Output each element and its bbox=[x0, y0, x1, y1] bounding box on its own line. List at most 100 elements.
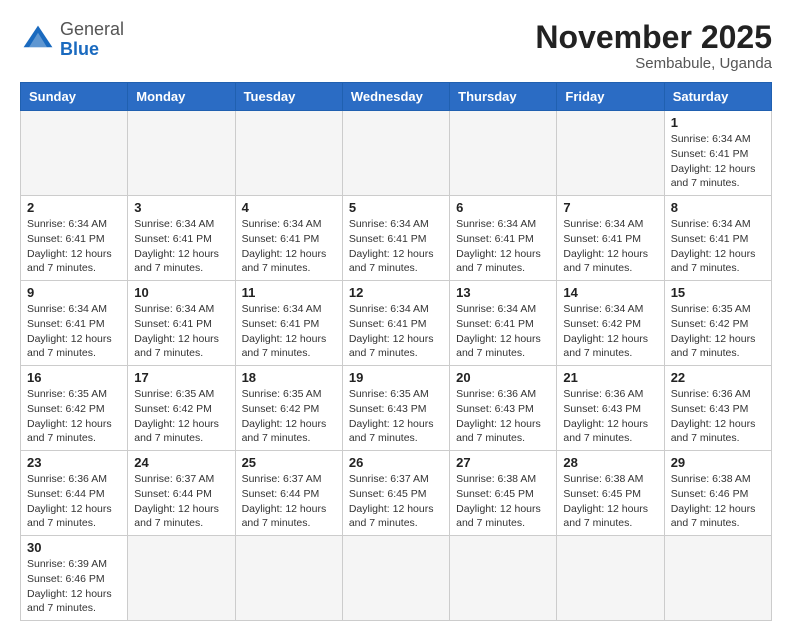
day-info: Sunrise: 6:36 AM Sunset: 6:44 PM Dayligh… bbox=[27, 472, 121, 531]
day-cell: 25Sunrise: 6:37 AM Sunset: 6:44 PM Dayli… bbox=[235, 451, 342, 536]
day-number: 2 bbox=[27, 200, 121, 215]
location: Sembabule, Uganda bbox=[535, 55, 772, 72]
logo: General Blue bbox=[20, 20, 124, 60]
day-cell bbox=[128, 111, 235, 196]
calendar-table: SundayMondayTuesdayWednesdayThursdayFrid… bbox=[20, 82, 772, 621]
day-cell: 9 Sunrise: 6:34 AM Sunset: 6:41 PM Daylig… bbox=[21, 281, 128, 366]
day-info: Sunrise: 6:37 AM Sunset: 6:44 PM Dayligh… bbox=[134, 472, 228, 531]
day-number: 10 bbox=[134, 285, 228, 300]
day-info: Sunrise: 6:36 AM Sunset: 6:43 PM Dayligh… bbox=[456, 387, 550, 446]
weekday-header-saturday: Saturday bbox=[664, 83, 771, 111]
day-info: Sunrise: 6:34 AM Sunset: 6:41 PM Dayligh… bbox=[563, 217, 657, 276]
week-row-4: 16 Sunrise: 6:35 AM Sunset: 6:42 PM Dayli… bbox=[21, 366, 772, 451]
month-title: November 2025 bbox=[535, 20, 772, 55]
day-cell bbox=[235, 536, 342, 621]
day-number: 9 bbox=[27, 285, 121, 300]
day-cell: 2 Sunrise: 6:34 AM Sunset: 6:41 PM Daylig… bbox=[21, 196, 128, 281]
weekday-header-thursday: Thursday bbox=[450, 83, 557, 111]
day-info: Sunrise: 6:35 AM Sunset: 6:43 PM Dayligh… bbox=[349, 387, 443, 446]
day-cell: 1Sunrise: 6:34 AM Sunset: 6:41 PM Daylig… bbox=[664, 111, 771, 196]
day-number: 16 bbox=[27, 370, 121, 385]
day-cell: 6 Sunrise: 6:34 AM Sunset: 6:41 PM Daylig… bbox=[450, 196, 557, 281]
day-cell: 4 Sunrise: 6:34 AM Sunset: 6:41 PM Daylig… bbox=[235, 196, 342, 281]
day-info: Sunrise: 6:34 AM Sunset: 6:41 PM Dayligh… bbox=[349, 217, 443, 276]
weekday-header-monday: Monday bbox=[128, 83, 235, 111]
day-info: Sunrise: 6:36 AM Sunset: 6:43 PM Dayligh… bbox=[563, 387, 657, 446]
day-info: Sunrise: 6:34 AM Sunset: 6:41 PM Dayligh… bbox=[134, 217, 228, 276]
weekday-header-tuesday: Tuesday bbox=[235, 83, 342, 111]
day-cell bbox=[21, 111, 128, 196]
day-info: Sunrise: 6:35 AM Sunset: 6:42 PM Dayligh… bbox=[27, 387, 121, 446]
day-cell: 26Sunrise: 6:37 AM Sunset: 6:45 PM Dayli… bbox=[342, 451, 449, 536]
day-info: Sunrise: 6:34 AM Sunset: 6:41 PM Dayligh… bbox=[456, 217, 550, 276]
day-cell: 5 Sunrise: 6:34 AM Sunset: 6:41 PM Daylig… bbox=[342, 196, 449, 281]
week-row-2: 2 Sunrise: 6:34 AM Sunset: 6:41 PM Daylig… bbox=[21, 196, 772, 281]
page-header: General Blue November 2025 Sembabule, Ug… bbox=[20, 20, 772, 72]
day-cell: 16 Sunrise: 6:35 AM Sunset: 6:42 PM Dayli… bbox=[21, 366, 128, 451]
day-number: 26 bbox=[349, 455, 443, 470]
day-info: Sunrise: 6:38 AM Sunset: 6:46 PM Dayligh… bbox=[671, 472, 765, 531]
week-row-1: 1Sunrise: 6:34 AM Sunset: 6:41 PM Daylig… bbox=[21, 111, 772, 196]
week-row-5: 23 Sunrise: 6:36 AM Sunset: 6:44 PM Dayli… bbox=[21, 451, 772, 536]
day-number: 17 bbox=[134, 370, 228, 385]
day-cell: 19 Sunrise: 6:35 AM Sunset: 6:43 PM Dayli… bbox=[342, 366, 449, 451]
logo-icon bbox=[20, 22, 56, 58]
day-cell: 28Sunrise: 6:38 AM Sunset: 6:45 PM Dayli… bbox=[557, 451, 664, 536]
day-number: 19 bbox=[349, 370, 443, 385]
day-number: 3 bbox=[134, 200, 228, 215]
day-info: Sunrise: 6:37 AM Sunset: 6:44 PM Dayligh… bbox=[242, 472, 336, 531]
day-info: Sunrise: 6:34 AM Sunset: 6:41 PM Dayligh… bbox=[134, 302, 228, 361]
day-cell: 22Sunrise: 6:36 AM Sunset: 6:43 PM Dayli… bbox=[664, 366, 771, 451]
weekday-header-sunday: Sunday bbox=[21, 83, 128, 111]
day-cell: 29Sunrise: 6:38 AM Sunset: 6:46 PM Dayli… bbox=[664, 451, 771, 536]
day-number: 5 bbox=[349, 200, 443, 215]
day-cell: 7 Sunrise: 6:34 AM Sunset: 6:41 PM Daylig… bbox=[557, 196, 664, 281]
weekday-header-wednesday: Wednesday bbox=[342, 83, 449, 111]
day-info: Sunrise: 6:38 AM Sunset: 6:45 PM Dayligh… bbox=[563, 472, 657, 531]
day-cell: 30Sunrise: 6:39 AM Sunset: 6:46 PM Dayli… bbox=[21, 536, 128, 621]
day-number: 11 bbox=[242, 285, 336, 300]
day-info: Sunrise: 6:35 AM Sunset: 6:42 PM Dayligh… bbox=[242, 387, 336, 446]
day-cell: 24 Sunrise: 6:37 AM Sunset: 6:44 PM Dayli… bbox=[128, 451, 235, 536]
day-number: 7 bbox=[563, 200, 657, 215]
day-cell bbox=[450, 111, 557, 196]
day-info: Sunrise: 6:34 AM Sunset: 6:41 PM Dayligh… bbox=[349, 302, 443, 361]
day-number: 20 bbox=[456, 370, 550, 385]
day-info: Sunrise: 6:34 AM Sunset: 6:41 PM Dayligh… bbox=[27, 302, 121, 361]
day-number: 27 bbox=[456, 455, 550, 470]
day-cell: 13 Sunrise: 6:34 AM Sunset: 6:41 PM Dayli… bbox=[450, 281, 557, 366]
day-number: 18 bbox=[242, 370, 336, 385]
day-info: Sunrise: 6:34 AM Sunset: 6:41 PM Dayligh… bbox=[242, 217, 336, 276]
day-number: 6 bbox=[456, 200, 550, 215]
day-number: 21 bbox=[563, 370, 657, 385]
day-number: 23 bbox=[27, 455, 121, 470]
day-cell bbox=[450, 536, 557, 621]
day-cell bbox=[664, 536, 771, 621]
day-cell bbox=[342, 111, 449, 196]
day-cell bbox=[557, 536, 664, 621]
day-cell: 18 Sunrise: 6:35 AM Sunset: 6:42 PM Dayli… bbox=[235, 366, 342, 451]
day-cell bbox=[557, 111, 664, 196]
day-cell bbox=[235, 111, 342, 196]
day-cell: 20 Sunrise: 6:36 AM Sunset: 6:43 PM Dayli… bbox=[450, 366, 557, 451]
day-cell: 27 Sunrise: 6:38 AM Sunset: 6:45 PM Dayli… bbox=[450, 451, 557, 536]
day-cell: 11Sunrise: 6:34 AM Sunset: 6:41 PM Dayli… bbox=[235, 281, 342, 366]
day-cell: 17Sunrise: 6:35 AM Sunset: 6:42 PM Dayli… bbox=[128, 366, 235, 451]
day-number: 4 bbox=[242, 200, 336, 215]
day-cell bbox=[128, 536, 235, 621]
title-block: November 2025 Sembabule, Uganda bbox=[535, 20, 772, 72]
week-row-6: 30Sunrise: 6:39 AM Sunset: 6:46 PM Dayli… bbox=[21, 536, 772, 621]
day-number: 1 bbox=[671, 115, 765, 130]
day-cell: 8Sunrise: 6:34 AM Sunset: 6:41 PM Daylig… bbox=[664, 196, 771, 281]
day-info: Sunrise: 6:34 AM Sunset: 6:41 PM Dayligh… bbox=[456, 302, 550, 361]
day-number: 24 bbox=[134, 455, 228, 470]
logo-text: General Blue bbox=[60, 20, 124, 60]
day-number: 15 bbox=[671, 285, 765, 300]
day-info: Sunrise: 6:39 AM Sunset: 6:46 PM Dayligh… bbox=[27, 557, 121, 616]
day-cell bbox=[342, 536, 449, 621]
weekday-header-friday: Friday bbox=[557, 83, 664, 111]
day-info: Sunrise: 6:34 AM Sunset: 6:41 PM Dayligh… bbox=[27, 217, 121, 276]
day-info: Sunrise: 6:36 AM Sunset: 6:43 PM Dayligh… bbox=[671, 387, 765, 446]
day-number: 13 bbox=[456, 285, 550, 300]
day-info: Sunrise: 6:38 AM Sunset: 6:45 PM Dayligh… bbox=[456, 472, 550, 531]
